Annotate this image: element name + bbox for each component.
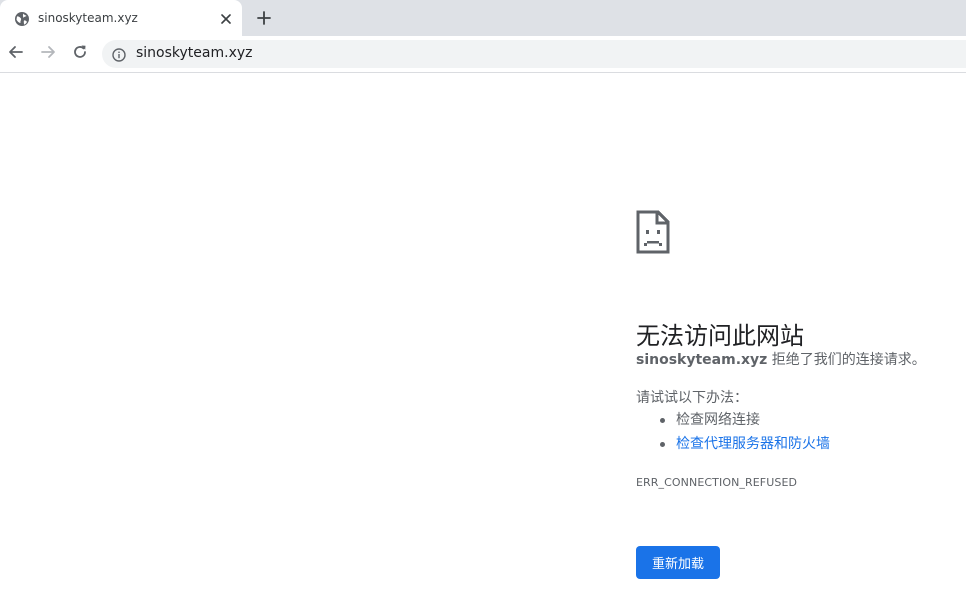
forward-button[interactable] bbox=[38, 44, 58, 64]
url-text[interactable]: sinoskyteam.xyz bbox=[136, 45, 253, 61]
error-domain: sinoskyteam.xyz bbox=[636, 352, 768, 368]
back-button[interactable] bbox=[6, 44, 26, 64]
reload-button[interactable] bbox=[70, 44, 90, 64]
reload-icon bbox=[72, 44, 88, 64]
sad-page-icon bbox=[636, 210, 670, 254]
error-code: ERR_CONNECTION_REFUSED bbox=[636, 476, 798, 489]
error-message: sinoskyteam.xyz 拒绝了我们的连接请求。 bbox=[636, 349, 926, 369]
arrow-left-icon bbox=[8, 44, 24, 64]
info-icon[interactable] bbox=[112, 47, 126, 62]
suggestion-check-connection: 检查网络连接 bbox=[660, 410, 830, 434]
address-bar[interactable]: sinoskyteam.xyz bbox=[102, 40, 966, 68]
toolbar: sinoskyteam.xyz bbox=[0, 36, 966, 73]
close-icon[interactable] bbox=[217, 10, 235, 28]
globe-icon bbox=[14, 11, 30, 27]
reload-page-button[interactable]: 重新加载 bbox=[636, 546, 720, 579]
plus-icon bbox=[257, 10, 271, 29]
error-heading: 无法访问此网站 bbox=[636, 322, 804, 351]
suggestion-list: 检查网络连接 检查代理服务器和防火墙 bbox=[636, 410, 830, 458]
arrow-right-icon bbox=[40, 44, 56, 64]
tab-active[interactable]: sinoskyteam.xyz bbox=[0, 0, 242, 36]
new-tab-button[interactable] bbox=[254, 9, 274, 29]
suggestion-check-proxy-link[interactable]: 检查代理服务器和防火墙 bbox=[660, 434, 830, 458]
tab-strip: sinoskyteam.xyz bbox=[0, 0, 966, 36]
try-label: 请试试以下办法： bbox=[636, 390, 748, 406]
error-message-text: 拒绝了我们的连接请求。 bbox=[767, 352, 926, 368]
tab-title: sinoskyteam.xyz bbox=[38, 11, 138, 25]
